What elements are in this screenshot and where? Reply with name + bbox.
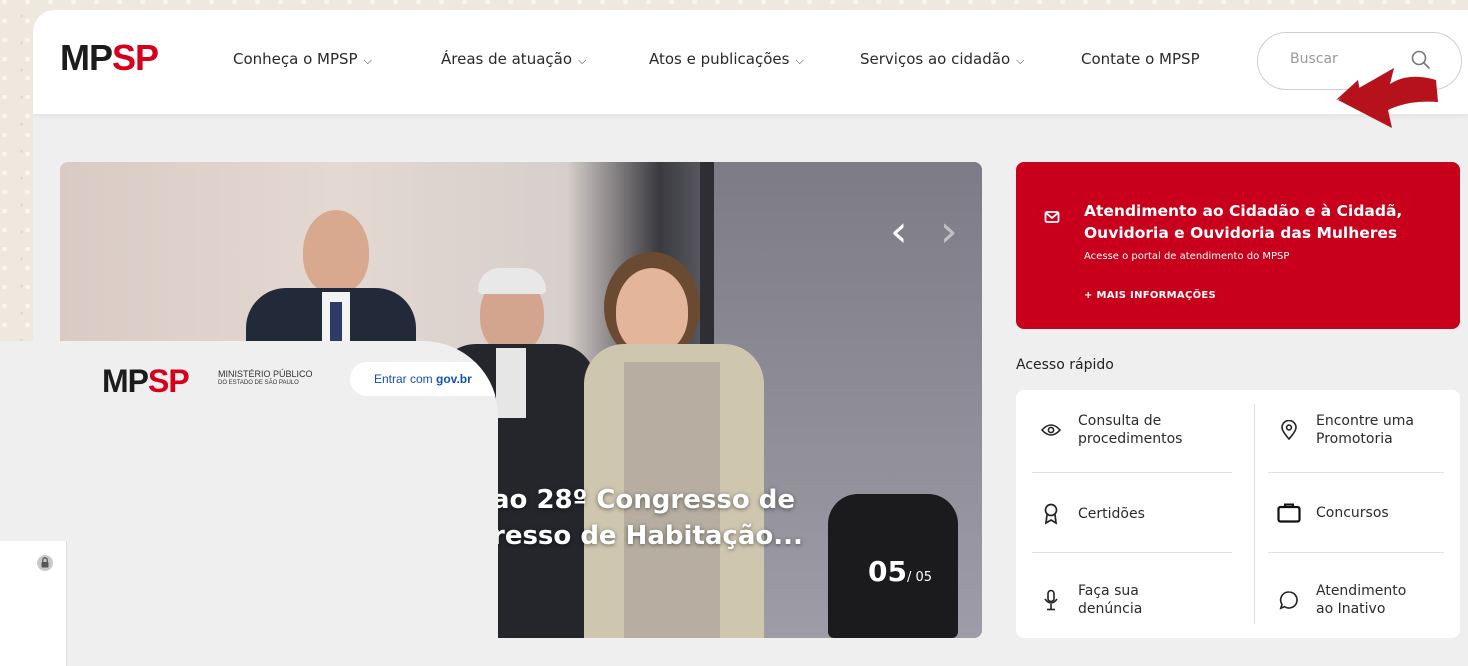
chevron-down-icon: ⌵ bbox=[363, 54, 372, 67]
quick-link-certidoes-label: Certidões bbox=[1078, 506, 1145, 522]
nav-contate[interactable]: Contate o MPSP bbox=[1081, 50, 1200, 68]
citizen-service-subtitle: Acesse o portal de atendimento do MPSP bbox=[1084, 251, 1290, 262]
quick-link-consulta-label: Consulta de procedimentos bbox=[1078, 412, 1208, 448]
quick-link-certidoes[interactable]: Certidões bbox=[1038, 503, 1208, 525]
quick-link-promotoria-line-2: Promotoria bbox=[1316, 431, 1393, 447]
more-info-link[interactable]: + MAIS INFORMAÇÕES bbox=[1084, 290, 1216, 301]
quick-access-panel: Consulta de procedimentos Encontre uma Pro… bbox=[1016, 390, 1460, 638]
quick-link-promotoria-label: Encontre uma Promotoria bbox=[1316, 412, 1446, 448]
hero-caption-line-1: ao 28º Congresso de bbox=[492, 485, 795, 515]
nav-areas[interactable]: Áreas de atuação ⌵ bbox=[441, 50, 586, 68]
eye-icon bbox=[1038, 423, 1064, 437]
chevron-down-icon: ⌵ bbox=[578, 54, 587, 67]
citizen-service-title-line-2: Ouvidoria e Ouvidoria das Mulheres bbox=[1084, 224, 1398, 242]
quick-access-divider bbox=[1268, 472, 1444, 473]
login-logo: MPSP bbox=[102, 363, 190, 399]
quick-link-promotoria-line-1: Encontre uma bbox=[1316, 413, 1414, 429]
quick-link-denuncia[interactable]: Faça sua denúncia bbox=[1038, 582, 1208, 618]
nav-contate-label: Contate o MPSP bbox=[1081, 50, 1200, 68]
nav-atos-label: Atos e publicações bbox=[649, 50, 790, 68]
carousel-counter: 05/ 05 bbox=[868, 555, 932, 588]
location-pin-icon bbox=[1276, 420, 1302, 440]
hero-person-1-head bbox=[303, 210, 369, 294]
quick-link-denuncia-label: Faça sua denúncia bbox=[1078, 582, 1208, 618]
institution-name: MINISTÉRIO PÚBLICO DO ESTADO DE SÃO PAUL… bbox=[218, 369, 313, 387]
quick-access-divider bbox=[1032, 472, 1232, 473]
gov-br-login-prefix: Entrar com bbox=[374, 372, 437, 386]
hero-caption[interactable]: ao 28º Congresso de resso de Habitação..… bbox=[492, 482, 803, 554]
institution-name-line-2: DO ESTADO DE SÃO PAULO bbox=[218, 380, 299, 386]
nav-conheca[interactable]: Conheça o MPSP ⌵ bbox=[233, 50, 372, 68]
gov-br-login-button[interactable]: Entrar com gov.br bbox=[350, 362, 498, 396]
lock-icon bbox=[37, 554, 53, 576]
quick-link-consulta[interactable]: Consulta de procedimentos bbox=[1038, 412, 1208, 448]
carousel-next-button[interactable]: › bbox=[940, 210, 958, 254]
hero-person-2-shirt bbox=[496, 348, 526, 418]
carousel-counter-current: 05 bbox=[868, 555, 907, 588]
hero-person-3-head bbox=[616, 268, 688, 354]
quick-link-inativo-line-1: Atendimento bbox=[1316, 583, 1407, 599]
microphone-icon bbox=[1038, 589, 1064, 611]
nav-conheca-label: Conheça o MPSP bbox=[233, 50, 358, 68]
quick-link-denuncia-line-2: denúncia bbox=[1078, 601, 1143, 617]
annotation-arrow-icon bbox=[1336, 68, 1438, 128]
gov-br-login-brand: gov.br bbox=[436, 372, 472, 386]
nav-atos[interactable]: Atos e publicações ⌵ bbox=[649, 50, 804, 68]
quick-link-promotoria[interactable]: Encontre uma Promotoria bbox=[1276, 412, 1446, 448]
nav-servicos[interactable]: Serviços ao cidadão ⌵ bbox=[860, 50, 1024, 68]
award-ribbon-icon bbox=[1038, 503, 1064, 525]
top-navbar: MPSP Conheça o MPSP ⌵ Áreas de atuação ⌵ A… bbox=[33, 10, 1468, 114]
login-logo-mp: MP bbox=[102, 363, 149, 399]
quick-access-divider bbox=[1032, 552, 1232, 553]
hero-caption-line-2: resso de Habitação... bbox=[492, 521, 803, 551]
carousel-prev-button[interactable]: ‹ bbox=[890, 210, 908, 254]
login-field[interactable] bbox=[0, 541, 67, 666]
quick-link-concursos[interactable]: Concursos bbox=[1276, 503, 1446, 523]
quick-link-denuncia-line-1: Faça sua bbox=[1078, 583, 1139, 599]
briefcase-icon bbox=[1276, 503, 1302, 523]
hero-person-2-hair bbox=[478, 268, 546, 294]
quick-access-divider bbox=[1254, 404, 1255, 624]
citizen-service-title[interactable]: Atendimento ao Cidadão e à Cidadã, Ouvid… bbox=[1084, 200, 1402, 244]
logo-mp: MP bbox=[60, 37, 113, 78]
quick-access-title: Acesso rápido bbox=[1016, 357, 1114, 373]
nav-areas-label: Áreas de atuação bbox=[441, 50, 573, 68]
citizen-service-card[interactable]: Atendimento ao Cidadão e à Cidadã, Ouvid… bbox=[1016, 162, 1460, 329]
login-logo-sp: SP bbox=[148, 363, 190, 399]
quick-link-concursos-label: Concursos bbox=[1316, 505, 1389, 521]
quick-link-inativo-line-2: ao Inativo bbox=[1316, 601, 1386, 617]
carousel-counter-total: / 05 bbox=[906, 570, 933, 585]
chevron-down-icon: ⌵ bbox=[795, 54, 804, 67]
quick-link-inativo[interactable]: Atendimento ao Inativo bbox=[1276, 582, 1446, 618]
citizen-service-title-line-1: Atendimento ao Cidadão e à Cidadã, bbox=[1084, 202, 1403, 220]
quick-access-divider bbox=[1268, 552, 1444, 553]
chevron-down-icon: ⌵ bbox=[1016, 54, 1025, 67]
nav-servicos-label: Serviços ao cidadão bbox=[860, 50, 1011, 68]
quick-link-consulta-line-2: procedimentos bbox=[1078, 431, 1183, 447]
mpsp-logo[interactable]: MPSP bbox=[60, 37, 159, 78]
institution-name-line-1: MINISTÉRIO PÚBLICO bbox=[218, 369, 313, 379]
mail-icon bbox=[1044, 209, 1060, 228]
quick-link-consulta-line-1: Consulta de bbox=[1078, 413, 1162, 429]
chat-bubble-icon bbox=[1276, 590, 1302, 610]
logo-sp: SP bbox=[112, 37, 159, 78]
quick-link-inativo-label: Atendimento ao Inativo bbox=[1316, 582, 1446, 618]
login-panel: MPSP MINISTÉRIO PÚBLICO DO ESTADO DE SÃO… bbox=[0, 341, 498, 666]
